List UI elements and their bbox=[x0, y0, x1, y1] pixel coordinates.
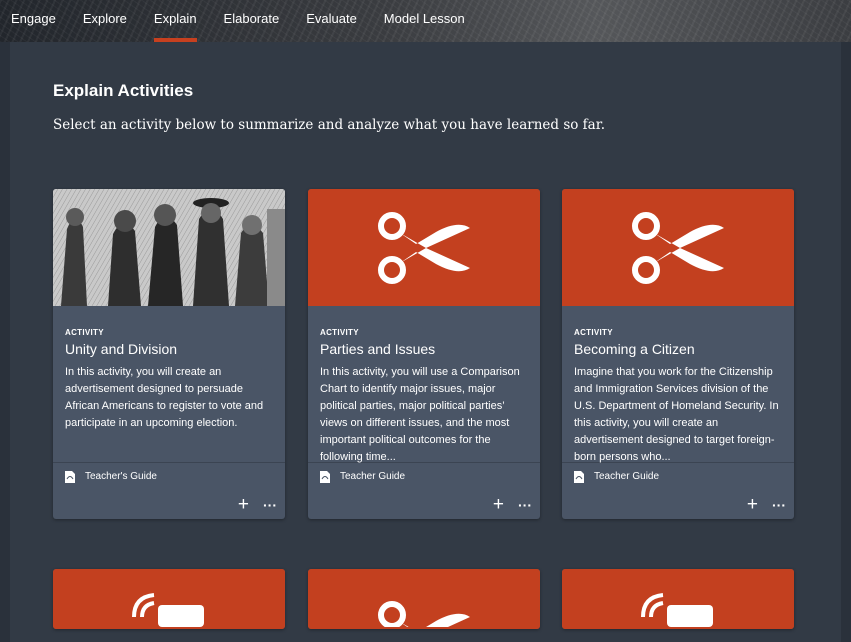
tab-model-lesson[interactable]: Model Lesson bbox=[384, 0, 465, 42]
card-body: ACTIVITY Unity and Division In this acti… bbox=[53, 306, 285, 462]
pdf-file-icon bbox=[574, 470, 584, 483]
card-description: In this activity, you will create an adv… bbox=[65, 366, 264, 429]
historical-illustration-image bbox=[53, 189, 285, 306]
activity-card-partial[interactable] bbox=[308, 569, 540, 629]
more-options-button[interactable]: ··· bbox=[263, 498, 277, 512]
pdf-file-icon bbox=[65, 470, 75, 483]
broadcast-icon bbox=[641, 593, 713, 627]
scissors-icon bbox=[632, 211, 724, 284]
card-thumbnail[interactable] bbox=[53, 569, 285, 629]
teacher-guide-label: Teacher Guide bbox=[340, 471, 406, 482]
card-eyebrow: ACTIVITY bbox=[320, 328, 359, 337]
activity-card-partial[interactable] bbox=[562, 569, 794, 629]
scissors-icon bbox=[378, 601, 470, 627]
tab-evaluate[interactable]: Evaluate bbox=[306, 0, 357, 42]
card-eyebrow: ACTIVITY bbox=[65, 328, 104, 337]
page-title: Explain Activities bbox=[53, 81, 194, 100]
card-eyebrow: ACTIVITY bbox=[574, 328, 613, 337]
card-thumbnail[interactable] bbox=[308, 189, 540, 306]
card-description: In this activity, you will use a Compari… bbox=[320, 366, 520, 463]
card-description: Imagine that you work for the Citizenshi… bbox=[574, 366, 779, 463]
card-thumbnail[interactable] bbox=[562, 569, 794, 629]
activity-card-unity-and-division[interactable]: ACTIVITY Unity and Division In this acti… bbox=[53, 189, 285, 519]
more-options-button[interactable]: ··· bbox=[772, 498, 786, 512]
teacher-guide-link[interactable]: Teacher Guide bbox=[562, 462, 794, 490]
card-thumbnail[interactable] bbox=[562, 189, 794, 306]
card-actions: + ··· bbox=[562, 490, 794, 519]
tab-engage[interactable]: Engage bbox=[11, 0, 56, 42]
pdf-file-icon bbox=[320, 470, 330, 483]
teacher-guide-label: Teacher's Guide bbox=[85, 471, 157, 482]
activity-card-partial[interactable] bbox=[53, 569, 285, 629]
broadcast-icon bbox=[132, 593, 204, 627]
page-subtitle: Select an activity below to summarize an… bbox=[53, 117, 605, 133]
card-body: ACTIVITY Parties and Issues In this acti… bbox=[308, 306, 540, 463]
activity-card-parties-and-issues[interactable]: ACTIVITY Parties and Issues In this acti… bbox=[308, 189, 540, 519]
teacher-guide-label: Teacher Guide bbox=[594, 471, 660, 482]
teacher-guide-link[interactable]: Teacher's Guide bbox=[53, 462, 285, 490]
activity-card-becoming-a-citizen[interactable]: ACTIVITY Becoming a Citizen Imagine that… bbox=[562, 189, 794, 519]
tab-elaborate[interactable]: Elaborate bbox=[224, 0, 280, 42]
more-options-button[interactable]: ··· bbox=[518, 498, 532, 512]
card-actions: + ··· bbox=[308, 490, 540, 519]
card-thumbnail[interactable] bbox=[308, 569, 540, 629]
scissors-icon bbox=[378, 211, 470, 284]
card-actions: + ··· bbox=[53, 490, 285, 519]
tab-explore[interactable]: Explore bbox=[83, 0, 127, 42]
top-navigation: Engage Explore Explain Elaborate Evaluat… bbox=[0, 0, 851, 42]
tab-bar: Engage Explore Explain Elaborate Evaluat… bbox=[0, 0, 465, 42]
card-thumbnail[interactable] bbox=[53, 189, 285, 306]
teacher-guide-link[interactable]: Teacher Guide bbox=[308, 462, 540, 490]
tab-explain[interactable]: Explain bbox=[153, 0, 197, 42]
add-button[interactable]: + bbox=[747, 495, 758, 514]
add-button[interactable]: + bbox=[238, 495, 249, 514]
card-title[interactable]: Parties and Issues bbox=[320, 341, 528, 357]
add-button[interactable]: + bbox=[493, 495, 504, 514]
card-title[interactable]: Becoming a Citizen bbox=[574, 341, 782, 357]
card-title[interactable]: Unity and Division bbox=[65, 341, 273, 357]
card-body: ACTIVITY Becoming a Citizen Imagine that… bbox=[562, 306, 794, 463]
